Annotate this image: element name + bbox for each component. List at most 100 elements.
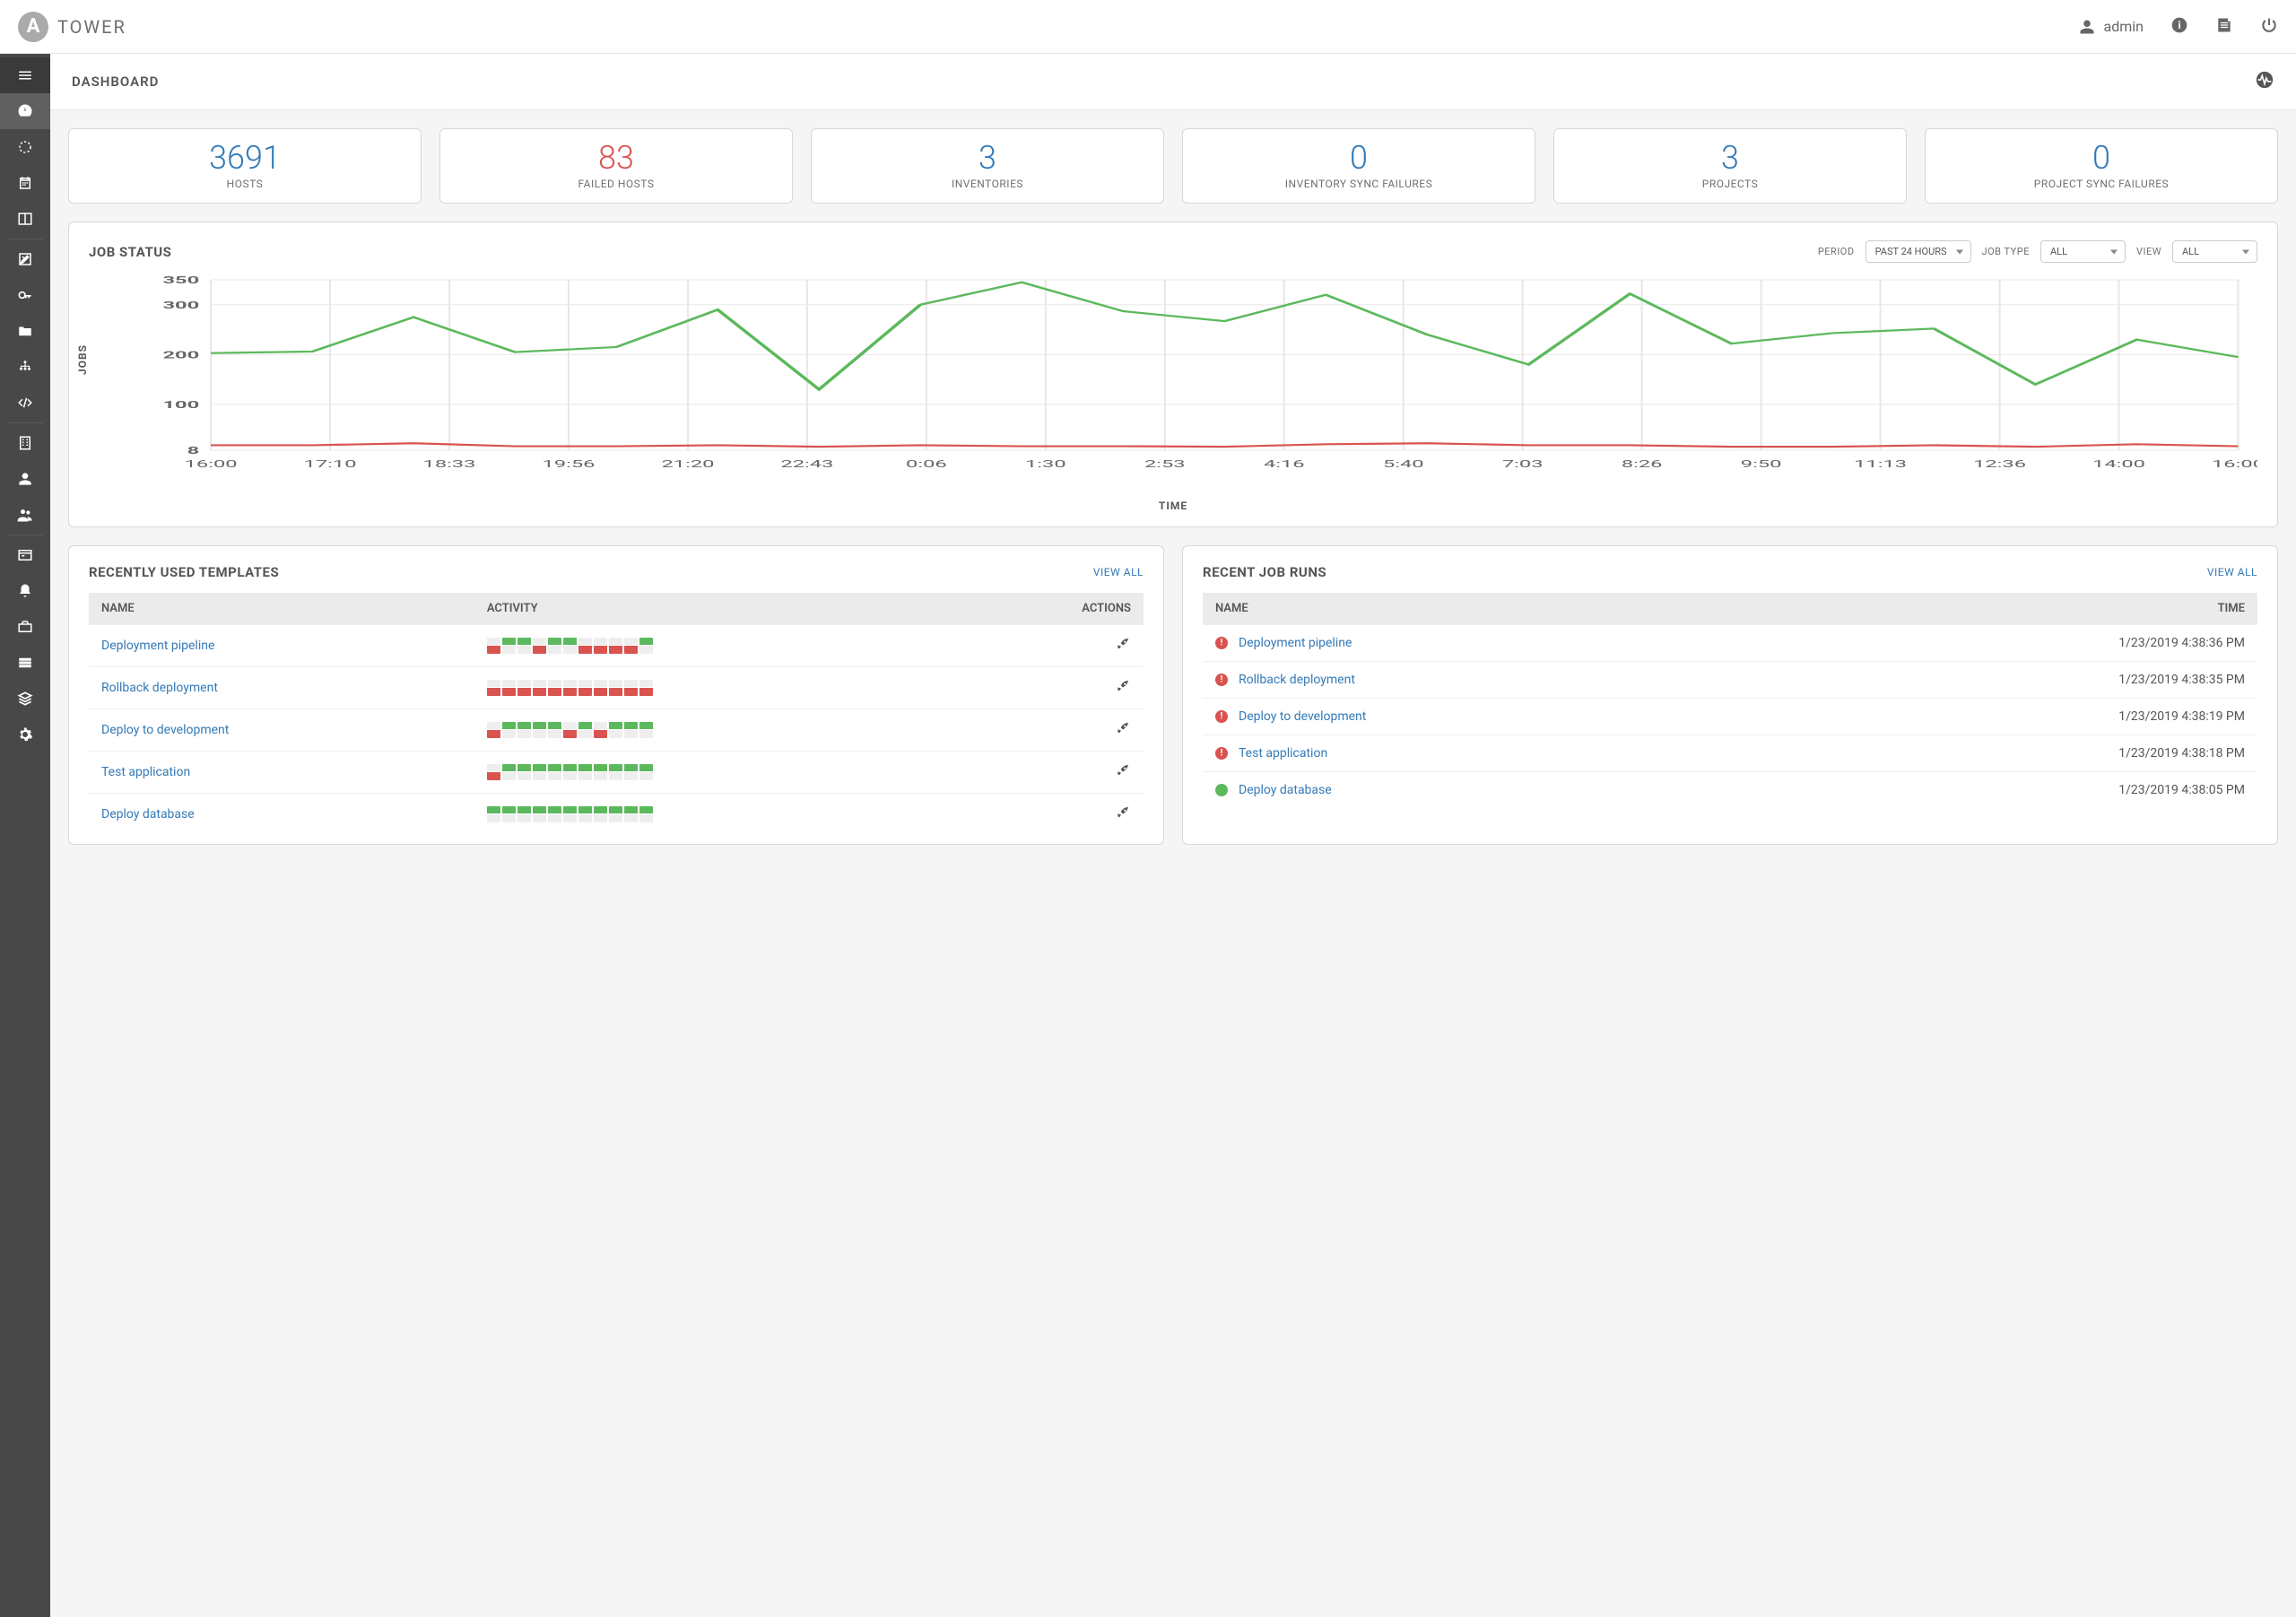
table-row: Deploy database 1/23/2019 4:38:05 PM: [1203, 772, 2257, 809]
job-link[interactable]: Rollback deployment: [1239, 673, 1355, 687]
template-link[interactable]: Test application: [101, 765, 190, 779]
brand-mark: A: [18, 12, 48, 42]
col-name: NAME: [1203, 593, 1770, 625]
status-dot-icon: [1215, 674, 1228, 686]
sidebar-toggle[interactable]: [0, 57, 50, 93]
launch-icon[interactable]: [1115, 762, 1131, 782]
svg-text:2:53: 2:53: [1144, 458, 1186, 470]
svg-text:i: i: [2178, 19, 2180, 31]
sidebar-item-credentials[interactable]: [0, 277, 50, 313]
period-select[interactable]: PAST 24 HOURS: [1866, 240, 1971, 263]
sidebar-item-jobs[interactable]: [0, 129, 50, 165]
launch-icon[interactable]: [1115, 636, 1131, 656]
sidebar-item-projects[interactable]: [0, 313, 50, 349]
svg-text:21:20: 21:20: [661, 458, 714, 470]
col-time: TIME: [1770, 593, 2257, 625]
brand-logo[interactable]: A TOWER: [18, 12, 126, 42]
svg-text:9:50: 9:50: [1741, 458, 1782, 470]
svg-text:17:10: 17:10: [304, 458, 357, 470]
template-link[interactable]: Rollback deployment: [101, 681, 218, 695]
stat-label: FAILED HOSTS: [449, 178, 783, 190]
table-row: Deploy database: [89, 794, 1144, 836]
job-link[interactable]: Deploy to development: [1239, 709, 1366, 724]
chart-xlabel: TIME: [1159, 500, 1187, 512]
svg-text:1:30: 1:30: [1025, 458, 1066, 470]
info-icon[interactable]: i: [2170, 16, 2188, 38]
page-header: DASHBOARD: [50, 54, 2296, 110]
view-select[interactable]: ALL: [2172, 240, 2257, 263]
sidebar-item-applications[interactable]: [0, 681, 50, 717]
table-row: Deploy to development 1/23/2019 4:38:19 …: [1203, 699, 2257, 735]
svg-text:8: 8: [187, 445, 200, 456]
table-row: Deployment pipeline 1/23/2019 4:38:36 PM: [1203, 625, 2257, 662]
stat-label: HOSTS: [78, 178, 412, 190]
svg-text:300: 300: [162, 300, 199, 311]
sidebar-item-schedules[interactable]: [0, 165, 50, 201]
page-title: DASHBOARD: [72, 74, 159, 90]
stat-card[interactable]: 0 INVENTORY SYNC FAILURES: [1182, 128, 1535, 204]
template-link[interactable]: Deploy to development: [101, 723, 229, 737]
svg-text:12:36: 12:36: [1973, 458, 2026, 470]
svg-text:5:40: 5:40: [1383, 458, 1424, 470]
docs-icon[interactable]: [2215, 16, 2233, 38]
job-link[interactable]: Deployment pipeline: [1239, 636, 1352, 650]
job-link[interactable]: Test application: [1239, 746, 1327, 761]
svg-text:18:33: 18:33: [423, 458, 476, 470]
activity-stream-icon[interactable]: [2255, 70, 2274, 93]
sidebar-item-management-jobs[interactable]: [0, 609, 50, 645]
sidebar-item-settings[interactable]: [0, 717, 50, 752]
sidebar-item-credential-types[interactable]: [0, 537, 50, 573]
job-status-chart: JOBS 810020030035016:0017:1018:3319:5621…: [89, 275, 2257, 509]
stat-card[interactable]: 3 PROJECTS: [1553, 128, 1907, 204]
sidebar-item-templates[interactable]: [0, 241, 50, 277]
activity-sparkline: [487, 638, 944, 654]
sidebar-item-portal[interactable]: [0, 201, 50, 237]
stat-card[interactable]: 3 INVENTORIES: [811, 128, 1164, 204]
sidebar-item-instance-groups[interactable]: [0, 645, 50, 681]
sidebar-item-organizations[interactable]: [0, 425, 50, 461]
topbar: A TOWER admin i: [0, 0, 2296, 54]
template-link[interactable]: Deploy database: [101, 807, 195, 822]
status-dot-icon: [1215, 710, 1228, 723]
templates-view-all[interactable]: VIEW ALL: [1093, 566, 1144, 578]
stat-value: 3691: [78, 142, 412, 174]
job-status-panel: JOB STATUS PERIOD PAST 24 HOURS JOB TYPE…: [68, 222, 2278, 527]
jobs-view-all[interactable]: VIEW ALL: [2207, 566, 2257, 578]
stat-card[interactable]: 83 FAILED HOSTS: [439, 128, 793, 204]
templates-table: NAME ACTIVITY ACTIONS Deployment pipelin…: [89, 593, 1144, 835]
user-name: admin: [2104, 18, 2144, 35]
launch-icon[interactable]: [1115, 678, 1131, 698]
sidebar-item-users[interactable]: [0, 461, 50, 497]
power-icon[interactable]: [2260, 16, 2278, 38]
status-dot-icon: [1215, 747, 1228, 760]
user-menu[interactable]: admin: [2079, 18, 2144, 35]
sidebar-item-teams[interactable]: [0, 497, 50, 533]
job-status-title: JOB STATUS: [89, 244, 171, 260]
stat-label: INVENTORIES: [821, 178, 1154, 190]
job-time: 1/23/2019 4:38:36 PM: [1770, 625, 2257, 662]
stat-card[interactable]: 0 PROJECT SYNC FAILURES: [1925, 128, 2278, 204]
col-actions: ACTIONS: [956, 593, 1144, 625]
svg-text:100: 100: [162, 399, 199, 411]
stat-card[interactable]: 3691 HOSTS: [68, 128, 422, 204]
user-icon: [2079, 19, 2095, 35]
sidebar-item-dashboard[interactable]: [0, 93, 50, 129]
sidebar-item-inventories[interactable]: [0, 349, 50, 385]
svg-text:8:26: 8:26: [1622, 458, 1663, 470]
job-link[interactable]: Deploy database: [1239, 783, 1332, 797]
template-link[interactable]: Deployment pipeline: [101, 639, 214, 653]
jobs-table: NAME TIME Deployment pipeline 1/23/2019 …: [1203, 593, 2257, 808]
brand-name: TOWER: [57, 16, 126, 38]
sidebar-item-notifications[interactable]: [0, 573, 50, 609]
launch-icon[interactable]: [1115, 804, 1131, 824]
svg-text:200: 200: [162, 349, 199, 361]
templates-panel: RECENTLY USED TEMPLATES VIEW ALL NAME AC…: [68, 545, 1164, 845]
table-row: Deploy to development: [89, 709, 1144, 752]
jobtype-select[interactable]: ALL: [2040, 240, 2126, 263]
templates-title: RECENTLY USED TEMPLATES: [89, 564, 279, 580]
launch-icon[interactable]: [1115, 720, 1131, 740]
job-time: 1/23/2019 4:38:05 PM: [1770, 772, 2257, 809]
svg-text:7:03: 7:03: [1502, 458, 1544, 470]
sidebar-item-inventory-scripts[interactable]: [0, 385, 50, 421]
jobtype-label: JOB TYPE: [1982, 246, 2030, 257]
